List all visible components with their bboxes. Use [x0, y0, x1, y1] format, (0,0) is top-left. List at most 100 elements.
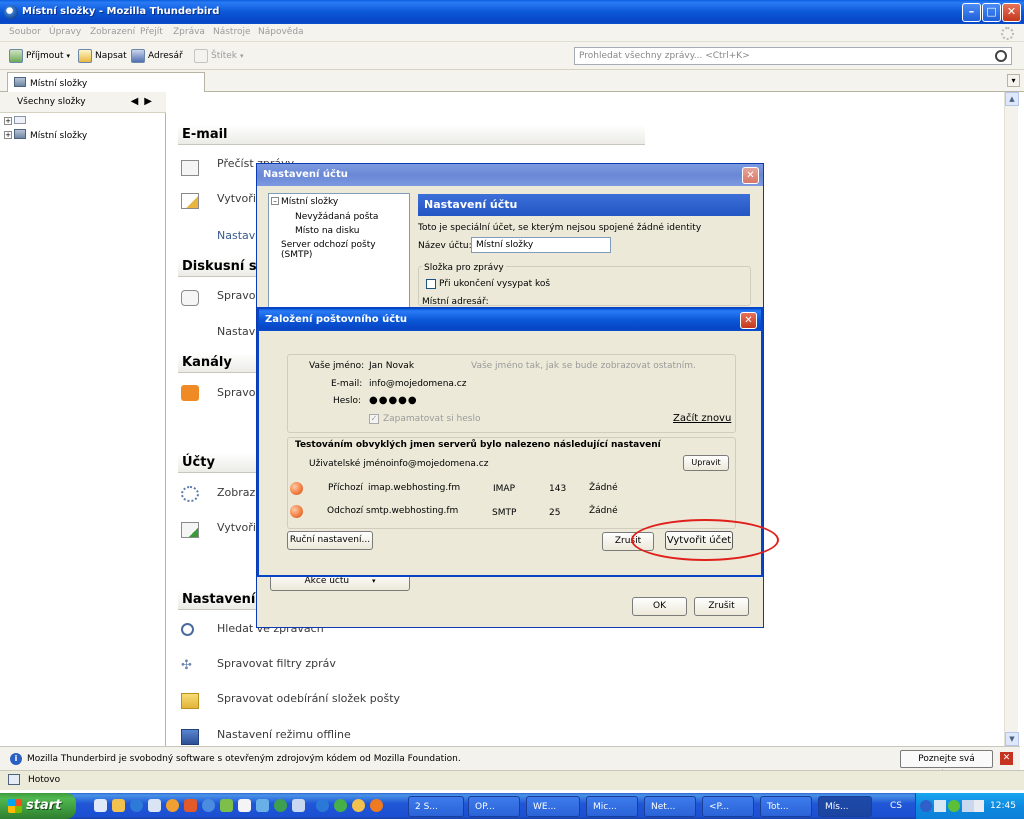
edit-button[interactable]: Upravit [683, 455, 729, 471]
taskbar-button-tot[interactable]: Tot... [760, 796, 812, 817]
volume-icon[interactable] [974, 800, 984, 812]
password-field[interactable]: ●●●●● [369, 395, 418, 406]
scroll-down-button[interactable]: ▼ [1005, 732, 1019, 746]
quicklaunch-icon[interactable] [352, 799, 365, 812]
minimize-button[interactable]: – [962, 3, 981, 22]
tab-strip: Místní složky ▾ [0, 70, 1024, 92]
start-button[interactable]: start [0, 793, 76, 819]
username-value: info@mojedomena.cz [391, 459, 489, 469]
taskbar-button-p[interactable]: <P... [702, 796, 754, 817]
quicklaunch-icon[interactable] [184, 799, 197, 812]
create-account-link[interactable]: Vytvořit [217, 521, 260, 534]
email-field[interactable]: info@mojedomena.cz [369, 379, 466, 389]
start-over-link[interactable]: Začít znovu [673, 413, 731, 424]
taskbar-button-net[interactable]: Net... [644, 796, 696, 817]
menu-tools[interactable]: Nástroje [213, 27, 251, 37]
quicklaunch-icon[interactable] [256, 799, 269, 812]
menu-message[interactable]: Zpráva [173, 27, 205, 37]
tray-icon[interactable] [934, 800, 946, 812]
account-name-field[interactable]: Místní složky [471, 237, 611, 253]
cancel-button[interactable]: Zrušit [694, 597, 749, 616]
name-field[interactable]: Jan Novak [369, 361, 414, 371]
tag-button[interactable]: Štítek ▾ [194, 48, 244, 64]
remember-password-checkbox[interactable]: ✓ [369, 414, 379, 424]
menu-file[interactable]: Soubor [9, 27, 41, 37]
tab-label: Místní složky [30, 79, 88, 89]
folder-name: Místní složky [30, 131, 88, 141]
manage-filters-link[interactable]: Spravovat filtry zpráv [217, 657, 336, 670]
tree-item-smtp[interactable]: Server odchozí pošty (SMTP) [281, 240, 409, 260]
get-mail-button[interactable]: Příjmout ▾ [9, 48, 70, 64]
clock[interactable]: 12:45 [990, 801, 1016, 811]
taskbar-button-mic[interactable]: Mic... [586, 796, 638, 817]
firefox-icon[interactable] [166, 799, 179, 812]
quicklaunch-icon[interactable] [316, 799, 329, 812]
collapse-icon[interactable]: – [271, 197, 279, 205]
windows-logo-icon [8, 799, 22, 813]
tree-item-disk-space[interactable]: Místo na disku [295, 226, 359, 236]
scroll-up-button[interactable]: ▲ [1005, 92, 1019, 106]
search-input[interactable]: Prohledat všechny zprávy... <Ctrl+K> [574, 47, 1012, 65]
tree-row-collapsed[interactable]: + [4, 116, 26, 127]
close-dialog-button[interactable]: ✕ [740, 312, 757, 329]
tree-item-junk[interactable]: Nevyžádaná pošta [295, 212, 378, 222]
folder-view-label: Všechny složky [17, 97, 86, 107]
expand-icon[interactable]: + [4, 131, 12, 139]
write-message-link[interactable]: Vytvořit [217, 192, 260, 205]
main-toolbar: Příjmout ▾ Napsat Adresář Štítek ▾ Prohl… [0, 42, 1024, 70]
taskbar-button-skype[interactable]: 2 S... [408, 796, 464, 817]
quicklaunch-icon[interactable] [202, 799, 215, 812]
quicklaunch-icon[interactable] [148, 799, 161, 812]
thunderbird-icon [4, 5, 18, 19]
tab-list-button[interactable]: ▾ [1007, 74, 1020, 87]
quicklaunch-icon[interactable] [94, 799, 107, 812]
quicklaunch-icon[interactable] [220, 799, 233, 812]
address-book-button[interactable]: Adresář [131, 48, 183, 64]
close-notification-icon[interactable]: ✕ [1000, 752, 1013, 765]
maximize-button[interactable]: □ [982, 3, 1001, 22]
menu-go[interactable]: Přejít [140, 27, 163, 37]
content-scrollbar[interactable]: ▲ ▼ [1004, 92, 1019, 746]
ie-icon[interactable] [130, 799, 143, 812]
know-your-rights-button[interactable]: Poznejte svá práva... [900, 750, 993, 780]
search-icon[interactable] [995, 50, 1007, 62]
expand-icon[interactable]: + [4, 117, 12, 125]
quicklaunch-icon[interactable] [370, 799, 383, 812]
quicklaunch-icon[interactable] [112, 799, 125, 812]
tab-local-folders[interactable]: Místní složky [7, 72, 205, 92]
folder-view-arrows-icon[interactable]: ◀▶ [131, 96, 158, 107]
menu-help[interactable]: Nápověda [258, 27, 304, 37]
close-window-button[interactable]: ✕ [1002, 3, 1021, 22]
taskbar-button-firefox[interactable]: WE... [526, 796, 580, 817]
ok-button[interactable]: OK [632, 597, 687, 616]
outgoing-security: Žádné [589, 506, 618, 516]
task-label: OP... [475, 802, 495, 812]
new-account-icon [181, 522, 199, 538]
menu-edit[interactable]: Úpravy [49, 27, 81, 37]
quicklaunch-icon[interactable] [292, 799, 305, 812]
pencil-icon [78, 49, 92, 63]
empty-trash-checkbox[interactable] [426, 279, 436, 289]
activity-throbber-icon [1001, 27, 1014, 40]
tray-icon[interactable] [948, 800, 960, 812]
filters-icon: ✣ [181, 658, 192, 673]
language-indicator[interactable]: CS [890, 801, 902, 811]
tray-icon[interactable] [920, 800, 932, 812]
close-dialog-button[interactable]: ✕ [742, 167, 759, 184]
offline-settings-link[interactable]: Nastavení režimu offline [217, 728, 351, 741]
quicklaunch-icon[interactable] [274, 799, 287, 812]
taskbar-button-op[interactable]: OP... [468, 796, 520, 817]
outgoing-port: 25 [549, 508, 561, 518]
taskbar-button-thunderbird[interactable]: Mís... [818, 796, 872, 817]
online-status-icon[interactable] [8, 774, 20, 785]
write-button[interactable]: Napsat [78, 48, 127, 64]
folder-tree-local[interactable]: + Místní složky [4, 129, 87, 141]
tree-item-local-folders[interactable]: – Místní složky [271, 197, 338, 207]
account-settings-titlebar: Nastavení účtu ✕ [257, 164, 763, 186]
quicklaunch-icon[interactable] [334, 799, 347, 812]
manage-subscriptions-link[interactable]: Spravovat odebírání složek pošty [217, 692, 400, 705]
manual-setup-button[interactable]: Ruční nastavení... [287, 531, 373, 550]
tray-icon[interactable] [962, 800, 974, 812]
quicklaunch-icon[interactable] [238, 799, 251, 812]
menu-view[interactable]: Zobrazení [90, 27, 135, 37]
